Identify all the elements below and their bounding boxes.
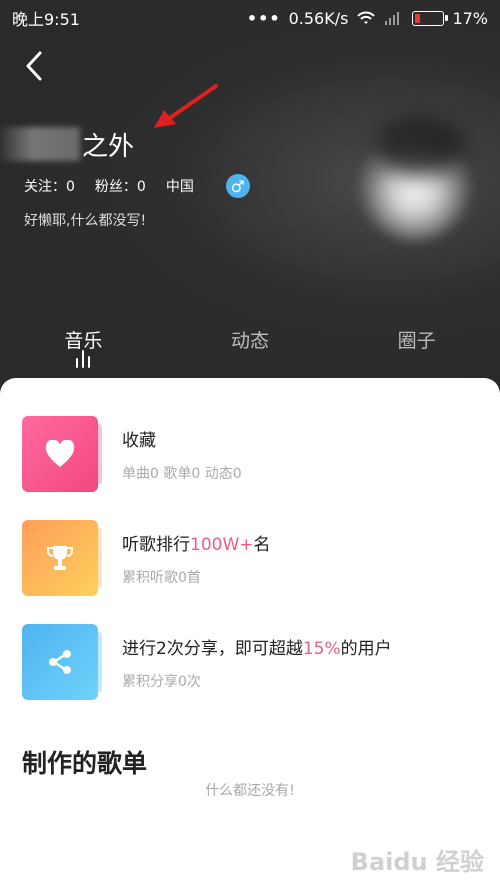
tab-label: 音乐 (64, 330, 103, 352)
share-item[interactable]: 进行2次分享，即可超越15%的用户 累积分享0次 (22, 624, 392, 700)
tab-activity[interactable]: 动态 (167, 326, 334, 366)
favorites-title: 收藏 (122, 430, 156, 451)
tab-music[interactable]: 音乐 (0, 326, 167, 368)
share-icon (49, 650, 71, 674)
listening-rank-item[interactable]: 听歌排行100W+名 累积听歌0首 (22, 520, 271, 596)
tab-label: 圈子 (397, 330, 436, 352)
profile-name: 之外 (82, 131, 135, 162)
share-title-pre: 进行2次分享，即可超越 (122, 638, 303, 659)
created-playlists-title: 制作的歌单 (22, 749, 148, 778)
share-title: 进行2次分享，即可超越15%的用户 (122, 634, 392, 659)
name-blur-mask (0, 127, 80, 161)
favorites-item[interactable]: 收藏 单曲0 歌单0 动态0 (22, 416, 242, 492)
network-speed: 0.56K/s (288, 8, 349, 28)
male-icon: ♂ (225, 174, 250, 198)
back-button[interactable] (14, 46, 54, 86)
avatar-hair-blur (375, 120, 465, 175)
rank-title: 听歌排行100W+名 (122, 530, 271, 555)
status-bar: 晚上9:51 ••• 0.56K/s 17% (0, 0, 500, 36)
rank-subtitle: 累积听歌0首 (122, 569, 201, 586)
share-tile (22, 624, 98, 700)
rank-title-highlight: 100W+ (190, 534, 254, 555)
trophy-icon (47, 546, 73, 570)
rank-tile (22, 520, 98, 596)
playlists-empty-text: 什么都还没有! (205, 783, 295, 799)
chevron-left-icon (26, 51, 42, 81)
region-label: 中国 (165, 179, 194, 195)
rank-title-post: 名 (253, 534, 271, 555)
profile-signature: 好懒耶,什么都没写! (24, 213, 147, 229)
profile-tabs: 音乐 动态 圈子 (0, 326, 500, 368)
heart-icon (45, 440, 75, 467)
wifi-icon (357, 11, 376, 24)
share-title-post: 的用户 (340, 638, 392, 659)
battery-icon (412, 10, 449, 26)
following-count[interactable]: 关注：0 (24, 176, 75, 196)
status-time: 晚上9:51 (12, 10, 80, 29)
share-subtitle: 累积分享0次 (122, 673, 201, 690)
annotation-arrow-icon (154, 84, 218, 128)
tab-label: 动态 (231, 330, 270, 352)
profile-stats: 关注：0 粉丝：0 中国 ♂ (24, 174, 250, 198)
notification-dots: ••• (246, 8, 281, 28)
share-title-highlight: 15% (302, 638, 341, 659)
favorites-tile (22, 416, 98, 492)
rank-title-pre: 听歌排行 (122, 534, 190, 555)
signal-icon (385, 12, 400, 25)
watermark-logo: Baidu 经验 (350, 848, 484, 876)
followers-count[interactable]: 粉丝：0 (95, 176, 146, 196)
tab-circles[interactable]: 圈子 (333, 326, 500, 366)
profile-name-row: 之外 (0, 124, 134, 164)
battery-percent: 17% (452, 8, 488, 28)
favorites-subtitle: 单曲0 歌单0 动态0 (122, 465, 242, 482)
tab-active-indicator (76, 350, 91, 368)
